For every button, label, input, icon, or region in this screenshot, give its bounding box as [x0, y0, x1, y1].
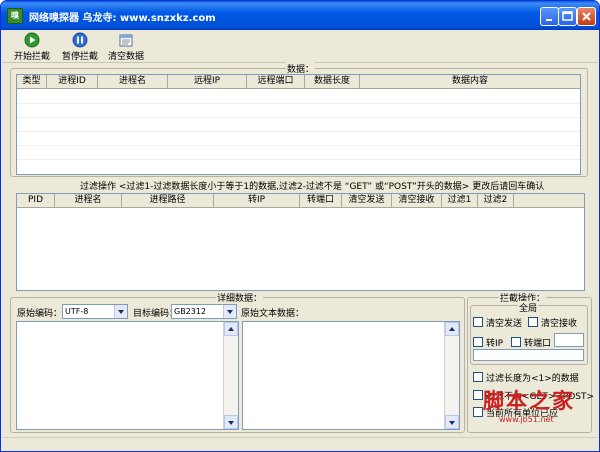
col-filter-redirect-ip[interactable]: 转IP	[214, 194, 300, 208]
close-button[interactable]	[577, 7, 596, 26]
target-encoding-value: GB2312	[174, 307, 207, 316]
detail-section-label: 详细数据：	[216, 291, 264, 304]
filter-length-label: 过滤长度为<1>的数据	[486, 374, 579, 384]
toolbar: 开始拦截 暂停拦截 清空数据	[2, 30, 598, 63]
redirect-ip-label: 转IP	[486, 339, 504, 349]
col-type[interactable]: 类型	[17, 75, 47, 89]
start-intercept-button[interactable]: 开始拦截	[14, 32, 51, 62]
filter-table-header: PID 进程名 进程路径 转IP 转端口 清空发送 清空接收 过滤1 过滤2	[17, 194, 584, 208]
clear-data-label: 清空数据	[107, 52, 144, 62]
target-encoding-select[interactable]: GB2312	[171, 304, 237, 319]
scroll-down-icon[interactable]	[445, 415, 459, 429]
filter-length-checkbox[interactable]: 过滤长度为<1>的数据	[473, 371, 579, 384]
col-remote-port[interactable]: 远程端口	[247, 75, 305, 89]
clear-send-label: 清空发送	[486, 319, 523, 329]
app-window: 嗅 网络嗅探器 乌龙寺: www.snzxkz.com 开始拦截 暂停拦截 清空…	[0, 0, 600, 452]
redirect-ip-input[interactable]	[473, 349, 584, 361]
filter-table[interactable]: PID 进程名 进程路径 转IP 转端口 清空发送 清空接收 过滤1 过滤2	[16, 193, 585, 291]
scroll-up-icon[interactable]	[224, 322, 238, 336]
global-label: 全局	[518, 301, 539, 314]
clear-receive-checkbox[interactable]: 清空接收	[528, 316, 577, 329]
col-data-length[interactable]: 数据长度	[305, 75, 360, 89]
raw-text-label: 原始文本数据：	[240, 306, 306, 319]
minimize-button[interactable]	[540, 7, 559, 26]
redirect-port-checkbox[interactable]: 转端口	[511, 336, 551, 349]
col-filter-process-path[interactable]: 进程路径	[122, 194, 214, 208]
watermark-url: www.jb51.net	[499, 415, 554, 424]
pause-intercept-button[interactable]: 暂停拦截	[60, 32, 100, 62]
col-filter-process-name[interactable]: 进程名	[55, 194, 122, 208]
clear-send-checkbox[interactable]: 清空发送	[473, 316, 522, 329]
col-filter-clear-receive[interactable]: 清空接收	[392, 194, 442, 208]
maximize-icon	[562, 11, 573, 21]
status-bar	[2, 437, 598, 451]
app-icon: 嗅	[7, 8, 23, 24]
col-filter-redirect-port[interactable]: 转端口	[300, 194, 342, 208]
col-remote-ip[interactable]: 远程IP	[168, 75, 247, 89]
title-bar[interactable]: 嗅 网络嗅探器 乌龙寺: www.snzxkz.com	[1, 1, 599, 30]
pause-intercept-label: 暂停拦截	[61, 52, 98, 62]
col-filter-1[interactable]: 过滤1	[442, 194, 478, 208]
clear-icon	[119, 34, 133, 47]
watermark-logo: 脚本之家	[483, 388, 575, 413]
raw-text-textarea[interactable]	[242, 321, 460, 430]
col-process-name[interactable]: 进程名	[98, 75, 168, 89]
col-pid[interactable]: 进程ID	[47, 75, 98, 89]
converted-data-scrollbar[interactable]	[223, 322, 238, 429]
col-filter-clear-send[interactable]: 清空发送	[342, 194, 392, 208]
scroll-up-icon[interactable]	[445, 322, 459, 336]
filter-section-label: 过滤操作 <过滤1-过滤数据长度小于等于1的数据,过滤2-过滤不是 “GET” …	[79, 179, 546, 192]
chevron-down-icon[interactable]	[223, 305, 236, 318]
redirect-ip-checkbox[interactable]: 转IP	[473, 336, 503, 349]
raw-text-scrollbar[interactable]	[444, 322, 459, 429]
data-table-header: 类型 进程ID 进程名 远程IP 远程端口 数据长度 数据内容	[17, 75, 580, 89]
col-filter-pid[interactable]: PID	[17, 194, 55, 208]
maximize-button[interactable]	[558, 7, 577, 26]
data-table[interactable]: 类型 进程ID 进程名 远程IP 远程端口 数据长度 数据内容	[16, 74, 581, 175]
col-data-content[interactable]: 数据内容	[360, 75, 580, 89]
source-encoding-select[interactable]: UTF-8	[62, 304, 128, 319]
window-title: 网络嗅探器 乌龙寺: www.snzxkz.com	[29, 13, 216, 24]
pause-icon	[72, 32, 88, 48]
close-icon	[582, 12, 591, 21]
converted-data-textarea[interactable]	[16, 321, 239, 430]
clear-receive-label: 清空接收	[541, 319, 578, 329]
play-icon	[24, 32, 40, 48]
scroll-down-icon[interactable]	[224, 415, 238, 429]
source-encoding-label: 原始编码：	[16, 306, 64, 319]
redirect-port-label: 转端口	[524, 339, 552, 349]
chevron-down-icon[interactable]	[114, 305, 127, 318]
minimize-icon	[546, 19, 552, 21]
col-filter-2[interactable]: 过滤2	[478, 194, 514, 208]
start-intercept-label: 开始拦截	[14, 52, 51, 62]
source-encoding-value: UTF-8	[65, 307, 89, 316]
clear-data-button[interactable]: 清空数据	[106, 32, 146, 62]
redirect-port-input[interactable]	[554, 333, 584, 347]
